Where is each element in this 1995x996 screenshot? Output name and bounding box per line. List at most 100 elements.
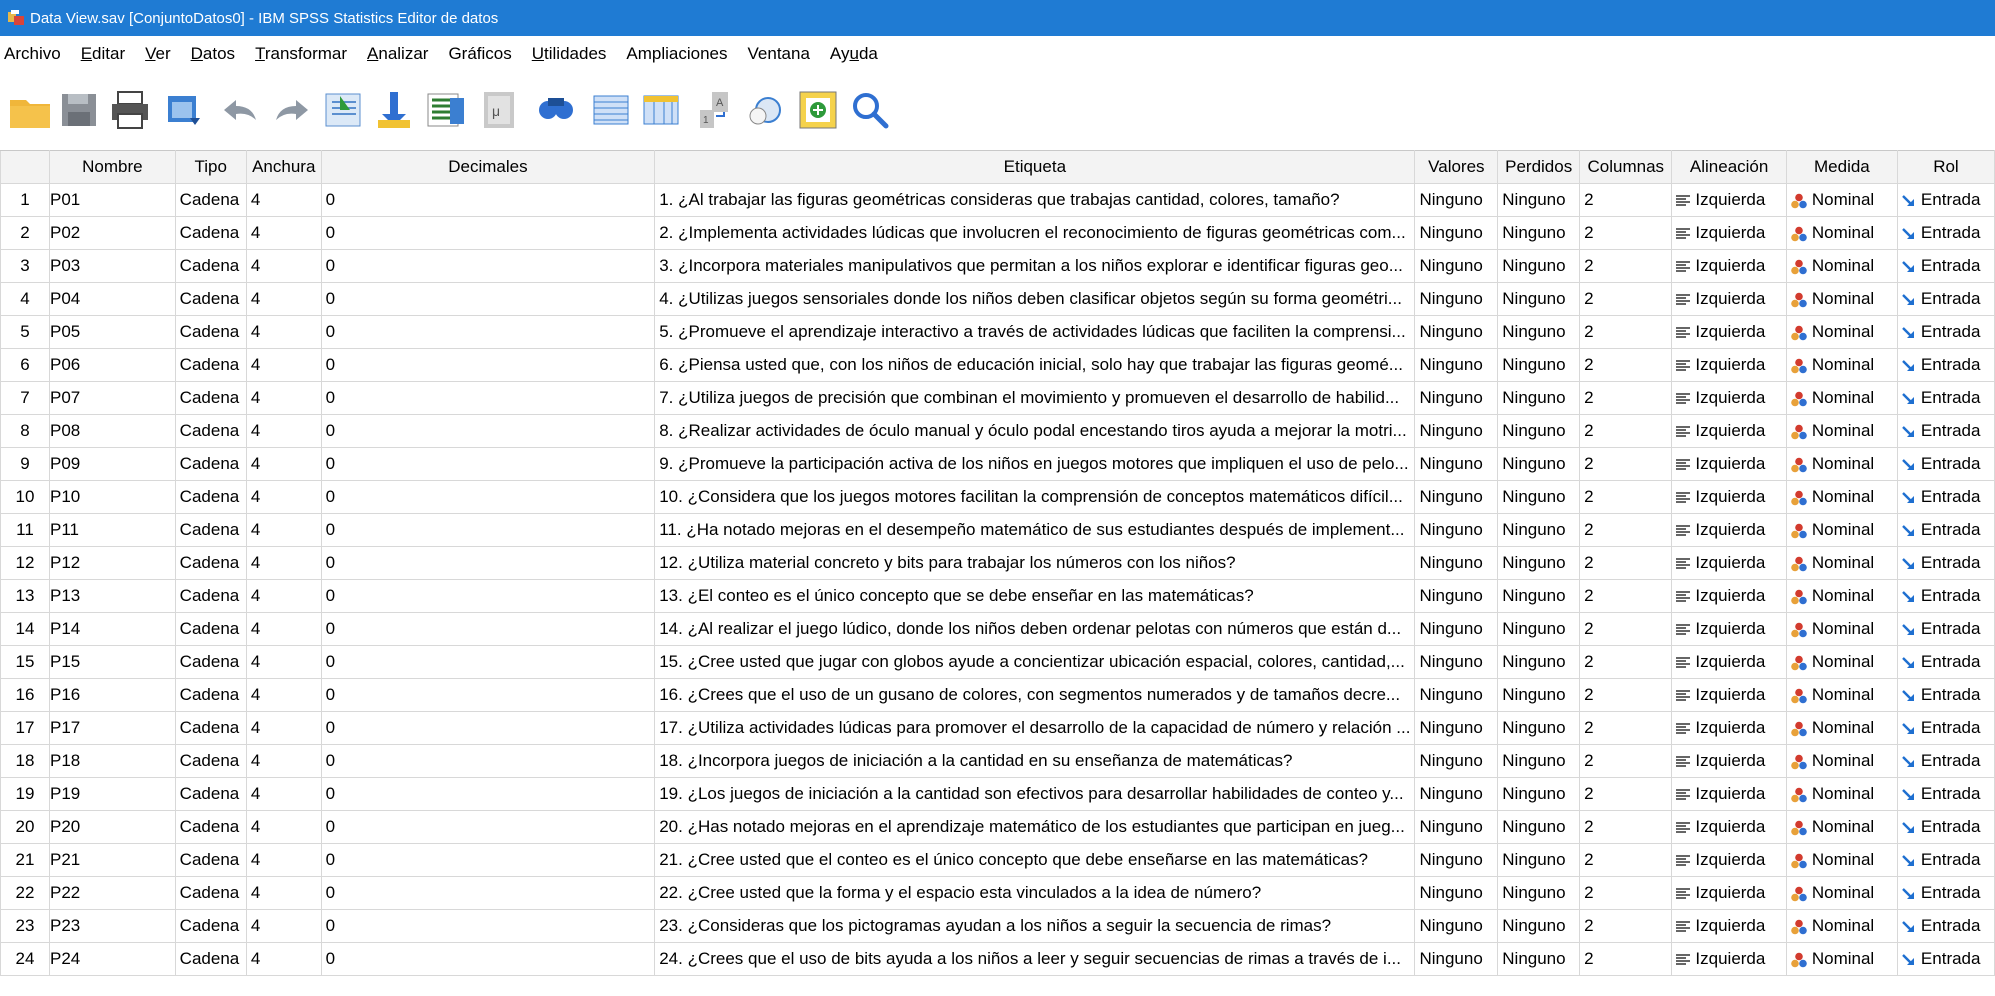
cell-nombre[interactable]: P05 bbox=[49, 315, 176, 349]
cell-perdidos[interactable]: Ninguno bbox=[1497, 480, 1581, 514]
cell-valores[interactable]: Ninguno bbox=[1414, 777, 1499, 811]
cell-etiqueta[interactable]: 7. ¿Utiliza juegos de precisión que comb… bbox=[654, 381, 1416, 415]
cell-tipo[interactable]: Cadena bbox=[174, 612, 247, 646]
column-header-decimales[interactable]: Decimales bbox=[320, 150, 656, 184]
cell-rol[interactable]: Entrada bbox=[1896, 414, 1995, 448]
cell-etiqueta[interactable]: 9. ¿Promueve la participación activa de … bbox=[654, 447, 1416, 481]
cell-perdidos[interactable]: Ninguno bbox=[1497, 414, 1581, 448]
cell-rol[interactable]: Entrada bbox=[1896, 315, 1995, 349]
cell-decimales[interactable]: 0 bbox=[320, 315, 656, 349]
row-number[interactable]: 7 bbox=[0, 381, 51, 415]
cell-rol[interactable]: Entrada bbox=[1896, 480, 1995, 514]
cell-perdidos[interactable]: Ninguno bbox=[1497, 810, 1581, 844]
column-header-valores[interactable]: Valores bbox=[1414, 150, 1499, 184]
open-folder-icon[interactable] bbox=[8, 88, 52, 132]
find-icon[interactable] bbox=[534, 88, 578, 132]
cell-decimales[interactable]: 0 bbox=[320, 348, 656, 382]
print-icon[interactable] bbox=[108, 88, 152, 132]
column-header-columnas[interactable]: Columnas bbox=[1579, 150, 1673, 184]
table-row[interactable]: 6 P06 Cadena 4 0 6. ¿Piensa usted que, con lo… bbox=[0, 348, 1995, 382]
table-row[interactable]: 15 P15 Cadena 4 0 15. ¿Cree usted que jugar c… bbox=[0, 645, 1995, 679]
cell-rol[interactable]: Entrada bbox=[1896, 546, 1995, 580]
cell-columnas[interactable]: 2 bbox=[1579, 447, 1673, 481]
split-file-icon[interactable]: A1 bbox=[694, 88, 738, 132]
cell-decimales[interactable]: 0 bbox=[320, 216, 656, 250]
cell-columnas[interactable]: 2 bbox=[1579, 513, 1673, 547]
cell-nombre[interactable]: P14 bbox=[49, 612, 176, 646]
cell-columnas[interactable]: 2 bbox=[1579, 249, 1673, 283]
cell-valores[interactable]: Ninguno bbox=[1414, 942, 1499, 976]
cell-decimales[interactable]: 0 bbox=[320, 711, 656, 745]
cell-rol[interactable]: Entrada bbox=[1896, 744, 1995, 778]
menu-utilidades[interactable]: Utilidades bbox=[532, 44, 607, 64]
cell-tipo[interactable]: Cadena bbox=[174, 777, 247, 811]
cell-columnas[interactable]: 2 bbox=[1579, 183, 1673, 217]
cell-etiqueta[interactable]: 11. ¿Ha notado mejoras en el desempeño m… bbox=[654, 513, 1416, 547]
menu-archivo[interactable]: Archivo bbox=[4, 44, 61, 64]
cell-perdidos[interactable]: Ninguno bbox=[1497, 546, 1581, 580]
cell-perdidos[interactable]: Ninguno bbox=[1497, 612, 1581, 646]
table-row[interactable]: 14 P14 Cadena 4 0 14. ¿Al realizar el juego l… bbox=[0, 612, 1995, 646]
cell-nombre[interactable]: P03 bbox=[49, 249, 176, 283]
cell-valores[interactable]: Ninguno bbox=[1414, 315, 1499, 349]
cell-alineacion[interactable]: Izquierda bbox=[1671, 810, 1787, 844]
menu-ampliaciones[interactable]: Ampliaciones bbox=[626, 44, 727, 64]
cell-rol[interactable]: Entrada bbox=[1896, 876, 1995, 910]
table-row[interactable]: 20 P20 Cadena 4 0 20. ¿Has notado mejoras en … bbox=[0, 810, 1995, 844]
select-cases-icon[interactable] bbox=[796, 88, 840, 132]
table-row[interactable]: 24 P24 Cadena 4 0 24. ¿Crees que el uso de bi… bbox=[0, 942, 1995, 976]
cell-tipo[interactable]: Cadena bbox=[174, 480, 247, 514]
corner-cell[interactable] bbox=[0, 150, 51, 184]
cell-medida[interactable]: Nominal bbox=[1785, 282, 1898, 316]
cell-medida[interactable]: Nominal bbox=[1785, 183, 1898, 217]
cell-anchura[interactable]: 4 bbox=[245, 843, 322, 877]
cell-anchura[interactable]: 4 bbox=[245, 414, 322, 448]
cell-perdidos[interactable]: Ninguno bbox=[1497, 381, 1581, 415]
cell-alineacion[interactable]: Izquierda bbox=[1671, 942, 1787, 976]
cell-medida[interactable]: Nominal bbox=[1785, 777, 1898, 811]
cell-decimales[interactable]: 0 bbox=[320, 381, 656, 415]
cell-perdidos[interactable]: Ninguno bbox=[1497, 777, 1581, 811]
cell-decimales[interactable]: 0 bbox=[320, 843, 656, 877]
cell-etiqueta[interactable]: 20. ¿Has notado mejoras en el aprendizaj… bbox=[654, 810, 1416, 844]
cell-valores[interactable]: Ninguno bbox=[1414, 546, 1499, 580]
row-number[interactable]: 19 bbox=[0, 777, 51, 811]
run-descriptives-icon[interactable]: μ bbox=[478, 88, 522, 132]
menu-ayuda[interactable]: Ayuda bbox=[830, 44, 878, 64]
cell-decimales[interactable]: 0 bbox=[320, 546, 656, 580]
cell-medida[interactable]: Nominal bbox=[1785, 216, 1898, 250]
row-number[interactable]: 4 bbox=[0, 282, 51, 316]
cell-medida[interactable]: Nominal bbox=[1785, 414, 1898, 448]
cell-nombre[interactable]: P15 bbox=[49, 645, 176, 679]
cell-perdidos[interactable]: Ninguno bbox=[1497, 711, 1581, 745]
search-icon[interactable] bbox=[848, 88, 892, 132]
cell-perdidos[interactable]: Ninguno bbox=[1497, 447, 1581, 481]
cell-medida[interactable]: Nominal bbox=[1785, 645, 1898, 679]
cell-decimales[interactable]: 0 bbox=[320, 645, 656, 679]
menu-transformar[interactable]: Transformar bbox=[255, 44, 347, 64]
cell-valores[interactable]: Ninguno bbox=[1414, 744, 1499, 778]
cell-medida[interactable]: Nominal bbox=[1785, 348, 1898, 382]
menu-ver[interactable]: Ver bbox=[145, 44, 171, 64]
cell-nombre[interactable]: P13 bbox=[49, 579, 176, 613]
cell-columnas[interactable]: 2 bbox=[1579, 315, 1673, 349]
table-row[interactable]: 23 P23 Cadena 4 0 23. ¿Consideras que los pic… bbox=[0, 909, 1995, 943]
cell-columnas[interactable]: 2 bbox=[1579, 777, 1673, 811]
cell-nombre[interactable]: P23 bbox=[49, 909, 176, 943]
row-number[interactable]: 12 bbox=[0, 546, 51, 580]
cell-columnas[interactable]: 2 bbox=[1579, 612, 1673, 646]
cell-valores[interactable]: Ninguno bbox=[1414, 480, 1499, 514]
cell-anchura[interactable]: 4 bbox=[245, 678, 322, 712]
cell-tipo[interactable]: Cadena bbox=[174, 183, 247, 217]
cell-tipo[interactable]: Cadena bbox=[174, 216, 247, 250]
cell-tipo[interactable]: Cadena bbox=[174, 645, 247, 679]
cell-decimales[interactable]: 0 bbox=[320, 183, 656, 217]
cell-valores[interactable]: Ninguno bbox=[1414, 678, 1499, 712]
cell-anchura[interactable]: 4 bbox=[245, 249, 322, 283]
cell-medida[interactable]: Nominal bbox=[1785, 546, 1898, 580]
cell-etiqueta[interactable]: 10. ¿Considera que los juegos motores fa… bbox=[654, 480, 1416, 514]
cell-etiqueta[interactable]: 3. ¿Incorpora materiales manipulativos q… bbox=[654, 249, 1416, 283]
cell-decimales[interactable]: 0 bbox=[320, 744, 656, 778]
row-number[interactable]: 11 bbox=[0, 513, 51, 547]
cell-columnas[interactable]: 2 bbox=[1579, 711, 1673, 745]
